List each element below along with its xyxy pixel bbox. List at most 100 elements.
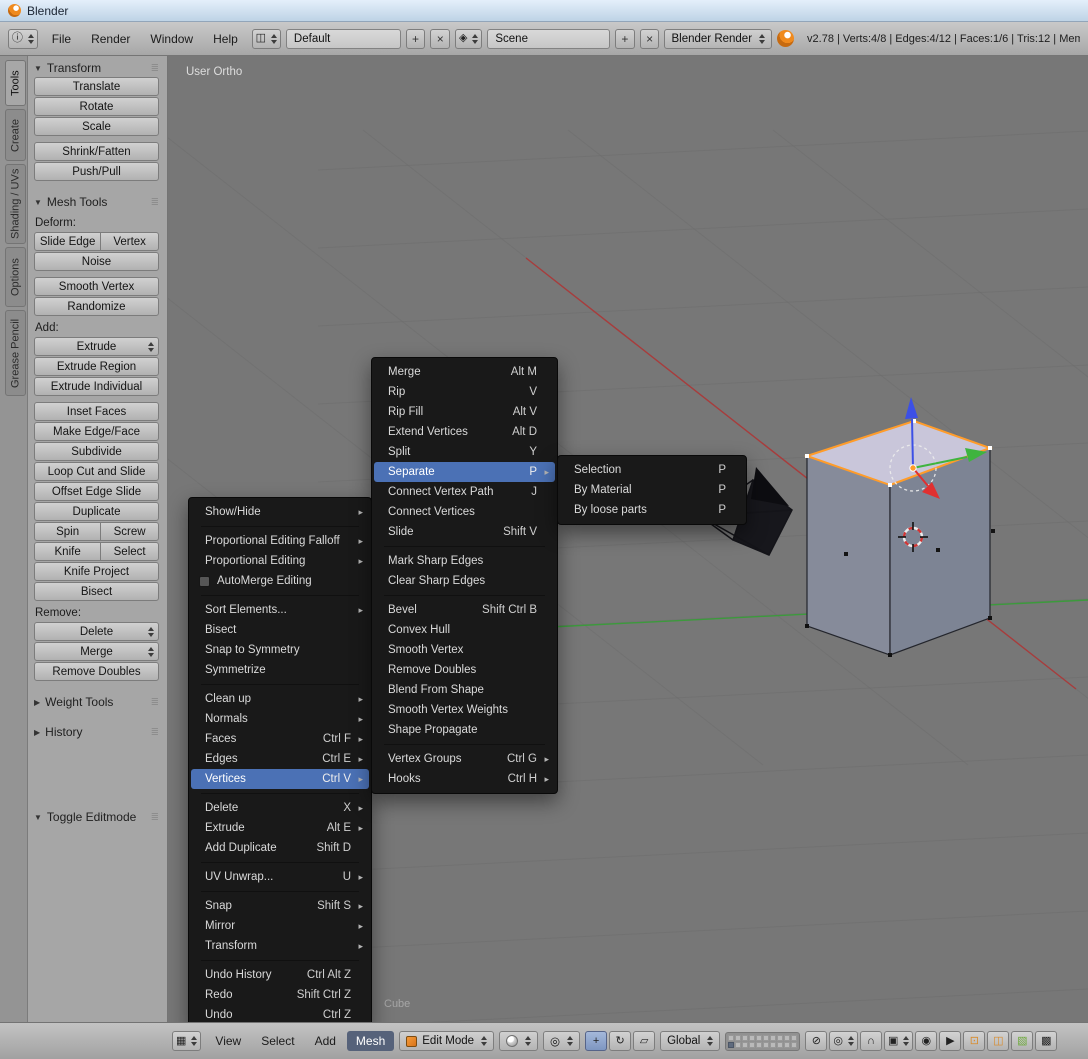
snap-element-dropdown[interactable]: ▣ <box>884 1031 913 1051</box>
layer-cell-1[interactable] <box>728 1035 734 1041</box>
editor-type-button[interactable]: ▦ <box>172 1031 201 1051</box>
layer-cell-14[interactable] <box>749 1042 755 1048</box>
shelf-button-select[interactable]: Select <box>100 542 159 561</box>
add-scene-button[interactable]: + <box>615 29 635 49</box>
menu-item-mark-sharp-edges[interactable]: Mark Sharp Edges▸ <box>374 551 555 571</box>
panel-header-history[interactable]: ▶ History ≣ <box>34 723 159 741</box>
menu-help[interactable]: Help <box>204 29 247 49</box>
menu-item-proportional-editing[interactable]: Proportional Editing▸ <box>191 551 369 571</box>
layer-cell-19[interactable] <box>784 1042 790 1048</box>
menu-item-blend-from-shape[interactable]: Blend From Shape▸ <box>374 680 555 700</box>
menu-item-connect-vertex-path[interactable]: Connect Vertex PathJ▸ <box>374 482 555 502</box>
shelf-button-smooth-vertex[interactable]: Smooth Vertex <box>34 277 159 296</box>
menu-item-smooth-vertex-weights[interactable]: Smooth Vertex Weights▸ <box>374 700 555 720</box>
cube-left-face[interactable] <box>807 456 890 655</box>
menu-item-rip-fill[interactable]: Rip FillAlt V▸ <box>374 402 555 422</box>
shelf-button-extrude[interactable]: Extrude <box>34 337 159 356</box>
menu-item-bisect[interactable]: Bisect▸ <box>191 620 369 640</box>
layer-cell-7[interactable] <box>770 1035 776 1041</box>
manipulator-scale-button[interactable]: ▱ <box>633 1031 655 1051</box>
add-layout-button[interactable]: + <box>406 29 426 49</box>
menu-item-edges[interactable]: EdgesCtrl E▸ <box>191 749 369 769</box>
snap-magnet-button[interactable]: ∩ <box>860 1031 882 1051</box>
layer-cell-15[interactable] <box>756 1042 762 1048</box>
shelf-button-spin[interactable]: Spin <box>34 522 101 541</box>
layer-cell-16[interactable] <box>763 1042 769 1048</box>
menu-item-clean-up[interactable]: Clean up▸ <box>191 689 369 709</box>
scene-name-field[interactable]: Scene <box>487 29 610 49</box>
menu-add[interactable]: Add <box>306 1031 345 1051</box>
layers-widget[interactable] <box>725 1032 800 1051</box>
info-editor-type-button[interactable]: ⓘ <box>8 29 38 49</box>
menu-item-shape-propagate[interactable]: Shape Propagate▸ <box>374 720 555 740</box>
shelf-button-screw[interactable]: Screw <box>100 522 159 541</box>
menu-item-smooth-vertex[interactable]: Smooth Vertex▸ <box>374 640 555 660</box>
opengl-render-still-button[interactable]: ◉ <box>915 1031 937 1051</box>
menu-item-bevel[interactable]: BevelShift Ctrl B▸ <box>374 600 555 620</box>
menu-item-undo-history[interactable]: Undo HistoryCtrl Alt Z▸ <box>191 965 369 985</box>
shelf-button-knife-project[interactable]: Knife Project <box>34 562 159 581</box>
layer-cell-4[interactable] <box>749 1035 755 1041</box>
menu-item-hooks[interactable]: HooksCtrl H▸ <box>374 769 555 789</box>
shelf-button-delete[interactable]: Delete <box>34 622 159 641</box>
shelf-button-translate[interactable]: Translate <box>34 77 159 96</box>
menu-item-delete[interactable]: DeleteX▸ <box>191 798 369 818</box>
shelf-button-slide-edge[interactable]: Slide Edge <box>34 232 101 251</box>
face-select-mode-button[interactable]: ▧ <box>1011 1031 1033 1051</box>
menu-item-transform[interactable]: Transform▸ <box>191 936 369 956</box>
menu-item-connect-vertices[interactable]: Connect Vertices▸ <box>374 502 555 522</box>
layer-cell-6[interactable] <box>763 1035 769 1041</box>
menu-mesh[interactable]: Mesh <box>347 1031 394 1051</box>
menu-item-sort-elements[interactable]: Sort Elements...▸ <box>191 600 369 620</box>
delete-scene-button[interactable]: × <box>640 29 660 49</box>
menu-item-convex-hull[interactable]: Convex Hull▸ <box>374 620 555 640</box>
menu-item-faces[interactable]: FacesCtrl F▸ <box>191 729 369 749</box>
manipulator-rotate-button[interactable]: ↻ <box>609 1031 631 1051</box>
shelf-button-extrude-region[interactable]: Extrude Region <box>34 357 159 376</box>
layer-cell-18[interactable] <box>777 1042 783 1048</box>
tab-shading-uvs[interactable]: Shading / UVs <box>5 164 26 244</box>
menu-item-snap[interactable]: SnapShift S▸ <box>191 896 369 916</box>
shelf-button-offset-edge-slide[interactable]: Offset Edge Slide <box>34 482 159 501</box>
panel-grip-icon[interactable]: ≣ <box>151 197 159 208</box>
viewport-shading-selector[interactable] <box>499 1031 538 1051</box>
menu-item-extend-vertices[interactable]: Extend VerticesAlt D▸ <box>374 422 555 442</box>
menu-select[interactable]: Select <box>252 1031 303 1051</box>
panel-grip-icon[interactable]: ≣ <box>151 63 159 74</box>
menu-item-snap-to-symmetry[interactable]: Snap to Symmetry▸ <box>191 640 369 660</box>
pivot-point-selector[interactable]: ◎ <box>543 1031 580 1051</box>
shelf-button-subdivide[interactable]: Subdivide <box>34 442 159 461</box>
menu-window[interactable]: Window <box>141 29 202 49</box>
menu-item-show-hide[interactable]: Show/Hide▸ <box>191 502 369 522</box>
tab-grease-pencil[interactable]: Grease Pencil <box>5 310 26 396</box>
menu-item-automerge-editing[interactable]: AutoMerge Editing▸ <box>191 571 369 591</box>
layer-cell-9[interactable] <box>784 1035 790 1041</box>
menu-item-uv-unwrap[interactable]: UV Unwrap...U▸ <box>191 867 369 887</box>
shelf-button-push-pull[interactable]: Push/Pull <box>34 162 159 181</box>
menu-item-rip[interactable]: RipV▸ <box>374 382 555 402</box>
menu-item-normals[interactable]: Normals▸ <box>191 709 369 729</box>
layer-cell-20[interactable] <box>791 1042 797 1048</box>
occlude-geometry-button[interactable]: ▩ <box>1035 1031 1057 1051</box>
menu-file[interactable]: File <box>43 29 80 49</box>
opengl-render-anim-button[interactable]: ▶ <box>939 1031 961 1051</box>
menu-item-extrude[interactable]: ExtrudeAlt E▸ <box>191 818 369 838</box>
viewport-3d[interactable]: User Ortho Cube Show/Hide▸Proportional E… <box>168 56 1088 1022</box>
menu-item-selection[interactable]: SelectionP▸ <box>560 460 744 480</box>
panel-header-toggle-editmode[interactable]: ▼ Toggle Editmode ≣ <box>34 808 159 826</box>
menu-item-add-duplicate[interactable]: Add DuplicateShift D▸ <box>191 838 369 858</box>
layer-cell-13[interactable] <box>742 1042 748 1048</box>
panel-header-mesh-tools[interactable]: ▼ Mesh Tools ≣ <box>34 193 159 211</box>
layer-cell-8[interactable] <box>777 1035 783 1041</box>
scene-lock-button[interactable]: ⊘ <box>805 1031 827 1051</box>
layer-cell-5[interactable] <box>756 1035 762 1041</box>
shelf-button-shrink-fatten[interactable]: Shrink/Fatten <box>34 142 159 161</box>
menu-view[interactable]: View <box>206 1031 250 1051</box>
panel-grip-icon[interactable]: ≣ <box>151 697 159 708</box>
checkbox-unchecked[interactable] <box>199 576 210 587</box>
layout-name-field[interactable]: Default <box>286 29 401 49</box>
tab-create[interactable]: Create <box>5 109 26 161</box>
shelf-button-vertex[interactable]: Vertex <box>100 232 159 251</box>
menu-item-proportional-editing-falloff[interactable]: Proportional Editing Falloff▸ <box>191 531 369 551</box>
shelf-button-scale[interactable]: Scale <box>34 117 159 136</box>
